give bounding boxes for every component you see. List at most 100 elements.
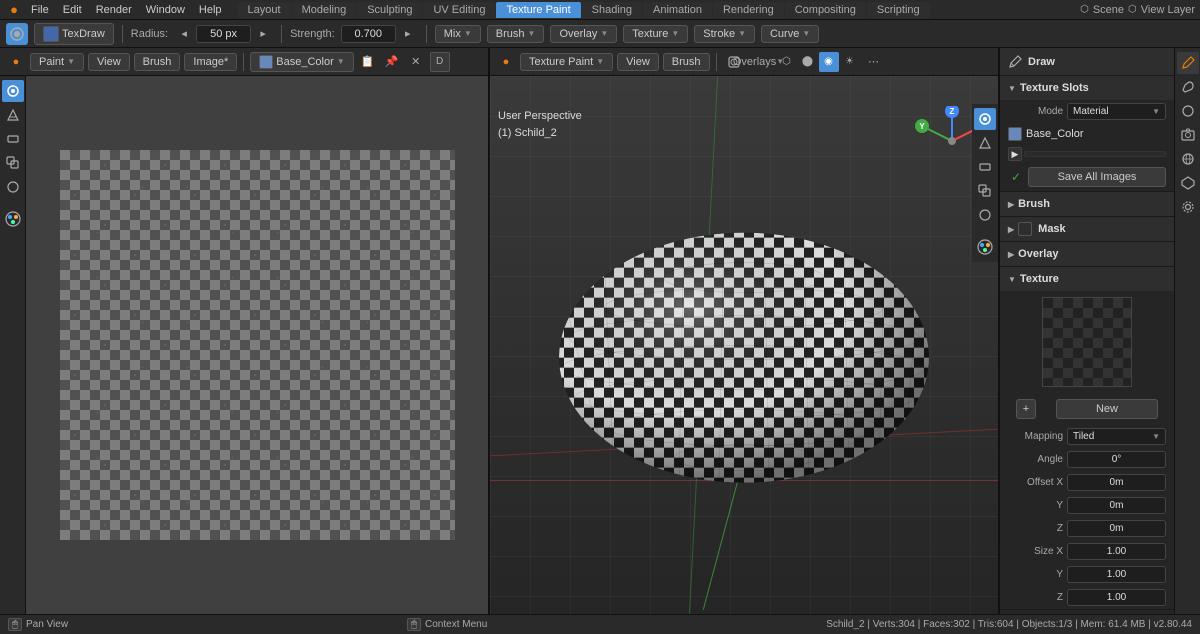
mode-dropdown[interactable]: Material ▼	[1067, 103, 1166, 120]
overlays-dropdown[interactable]: Overlays ▼	[749, 52, 769, 72]
brush-dropdown[interactable]: Brush ▼	[487, 25, 545, 43]
prop-icon-scene[interactable]	[1177, 172, 1199, 194]
paint-menu[interactable]: Paint ▼	[30, 53, 84, 71]
overlay-dropdown[interactable]: Overlay ▼	[550, 25, 617, 43]
brush-color-swatch[interactable]	[43, 26, 59, 42]
viewport-icon: ⬡	[1080, 4, 1089, 15]
vp-erase-tool[interactable]	[974, 156, 996, 178]
close-icon[interactable]: ✕	[406, 52, 426, 72]
menu-file[interactable]: File	[25, 2, 55, 18]
vp-clone-tool[interactable]	[974, 180, 996, 202]
texture-paint-menu[interactable]: Texture Paint ▼	[520, 53, 613, 71]
fill-tool-btn[interactable]	[2, 104, 24, 126]
menu-window[interactable]: Window	[140, 2, 191, 18]
tab-scripting[interactable]: Scripting	[867, 2, 930, 18]
tab-layout[interactable]: Layout	[238, 2, 291, 18]
solid-btn[interactable]: ⬤	[798, 52, 818, 72]
size-x-input[interactable]: 1.00	[1067, 543, 1166, 560]
radius-increase-btn[interactable]: ▸	[253, 24, 273, 44]
slot-expand-btn[interactable]: ▶	[1008, 147, 1022, 161]
image-menu-label: Image*	[193, 56, 228, 68]
prop-icon-gear[interactable]	[1177, 196, 1199, 218]
clone-tool-btn[interactable]	[2, 152, 24, 174]
new-texture-btn[interactable]: New	[1056, 399, 1158, 419]
offset-y-input[interactable]: 0m	[1067, 497, 1166, 514]
prop-icon-brush[interactable]	[1177, 52, 1199, 74]
brush-tool-btn[interactable]	[6, 23, 28, 45]
vp-fill-tool[interactable]	[974, 132, 996, 154]
tab-uv-editing[interactable]: UV Editing	[423, 2, 495, 18]
tab-sculpting[interactable]: Sculpting	[357, 2, 422, 18]
size-y-input[interactable]: 1.00	[1067, 566, 1166, 583]
tab-compositing[interactable]: Compositing	[785, 2, 866, 18]
erase-tool-btn[interactable]	[2, 128, 24, 150]
vp-smear-tool[interactable]	[974, 204, 996, 226]
copy-icon[interactable]: 📋	[358, 52, 378, 72]
texture-preview	[1042, 297, 1132, 387]
material-preview-btn[interactable]: ◉	[819, 52, 839, 72]
viewport-brush-menu[interactable]: Brush	[663, 53, 710, 71]
tab-rendering[interactable]: Rendering	[713, 2, 784, 18]
palette-icon[interactable]	[2, 208, 24, 230]
offset-y-row: Y 0m	[1000, 494, 1174, 517]
pin-icon[interactable]: 📌	[382, 52, 402, 72]
add-texture-btn[interactable]: +	[1016, 399, 1036, 419]
tab-shading[interactable]: Shading	[582, 2, 642, 18]
mask-section-header[interactable]: ▶ Mask	[1000, 217, 1174, 241]
curve-dropdown[interactable]: Curve ▼	[761, 25, 819, 43]
viewport-canvas[interactable]: User Perspective (1) Schild_2 Z X	[490, 76, 998, 614]
draw-tool-btn[interactable]	[2, 80, 24, 102]
stroke-dropdown[interactable]: Stroke ▼	[694, 25, 755, 43]
brush-section-header[interactable]: ▶ Brush	[1000, 192, 1174, 216]
prop-icon-circle[interactable]	[1177, 100, 1199, 122]
smear-tool-btn[interactable]	[2, 176, 24, 198]
tab-animation[interactable]: Animation	[643, 2, 712, 18]
prop-icon-camera[interactable]	[1177, 124, 1199, 146]
tab-modeling[interactable]: Modeling	[292, 2, 357, 18]
offset-x-input[interactable]: 0m	[1067, 474, 1166, 491]
mapping-dropdown[interactable]: Tiled ▼	[1067, 428, 1166, 445]
menu-help[interactable]: Help	[193, 2, 228, 18]
strength-input[interactable]	[341, 25, 396, 43]
radius-input[interactable]	[196, 25, 251, 43]
texture-dropdown[interactable]: Texture ▼	[623, 25, 688, 43]
offset-z-input[interactable]: 0m	[1067, 520, 1166, 537]
header-sep	[243, 53, 244, 71]
viewport-settings-btn[interactable]: ⋯	[864, 52, 884, 72]
texture-slot-btn[interactable]: Base_Color ▼	[250, 52, 353, 72]
rendered-btn[interactable]: ☀	[840, 52, 860, 72]
angle-input[interactable]: 0°	[1067, 451, 1166, 468]
blender-logo-icon[interactable]: ●	[5, 1, 23, 19]
brush-name-btn[interactable]: TexDraw	[34, 23, 114, 45]
wireframe-btn[interactable]: ⬡	[777, 52, 797, 72]
viewport-view-label: View	[626, 56, 650, 68]
image-menu[interactable]: Image*	[184, 53, 237, 71]
overlay-section-header[interactable]: ▶ Overlay	[1000, 242, 1174, 266]
strength-increase-btn[interactable]: ▸	[398, 24, 418, 44]
radius-decrease-btn[interactable]: ◂	[174, 24, 194, 44]
tab-texture-paint[interactable]: Texture Paint	[496, 2, 580, 18]
mode-label: Mode	[1008, 106, 1063, 117]
view-menu[interactable]: View	[88, 53, 130, 71]
blend-mode-dropdown[interactable]: Mix ▼	[435, 25, 481, 43]
brush-dropdown-arrow-icon: ▼	[528, 29, 536, 38]
brush-menu[interactable]: Brush	[134, 53, 181, 71]
viewport-view-menu[interactable]: View	[617, 53, 659, 71]
texture-slot-item[interactable]: Base_Color	[1008, 127, 1166, 141]
uv-tool-sidebar	[0, 76, 26, 614]
save-all-row: ✓ Save All Images	[1000, 163, 1174, 191]
menu-edit[interactable]: Edit	[57, 2, 88, 18]
vp-draw-tool[interactable]	[974, 108, 996, 130]
uv-overlay-dots	[60, 150, 455, 540]
prop-icon-wrench[interactable]	[1177, 76, 1199, 98]
uv-canvas[interactable]	[26, 76, 488, 614]
size-z-input[interactable]: 1.00	[1067, 589, 1166, 606]
texture-section-header[interactable]: ▼ Texture	[1000, 267, 1174, 291]
menu-render[interactable]: Render	[90, 2, 138, 18]
vp-palette[interactable]	[974, 236, 996, 258]
save-all-images-btn[interactable]: Save All Images	[1028, 167, 1166, 187]
mask-checkbox[interactable]	[1018, 222, 1032, 236]
uv-header-d-btn[interactable]: D	[430, 52, 450, 72]
texture-slots-header[interactable]: ▼ Texture Slots	[1000, 76, 1174, 100]
prop-icon-globe[interactable]	[1177, 148, 1199, 170]
